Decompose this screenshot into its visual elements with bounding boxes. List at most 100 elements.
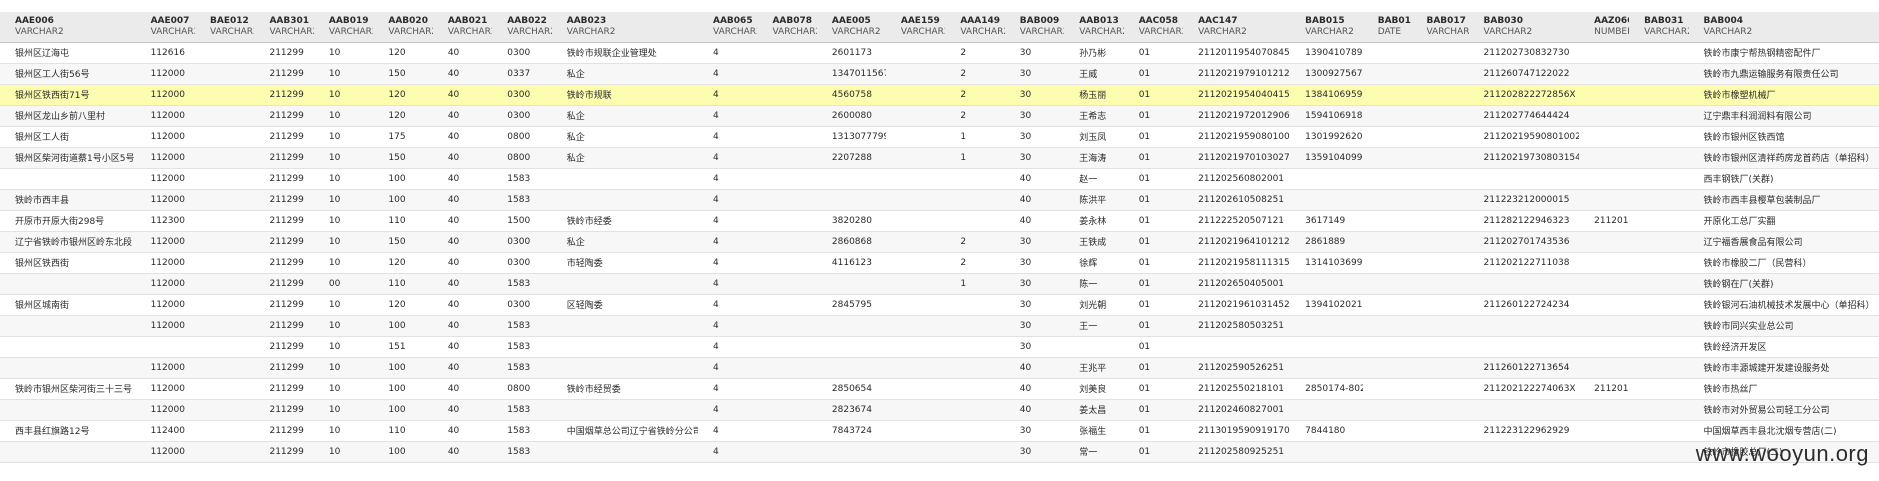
table-cell[interactable]: 112400 [136, 420, 195, 441]
table-cell[interactable]: 01 [1124, 189, 1183, 210]
table-cell[interactable]: 01 [1124, 84, 1183, 105]
column-header[interactable]: AAZ066NUMBER [1579, 12, 1629, 42]
table-cell[interactable]: 徐辉 [1064, 252, 1123, 273]
table-cell[interactable]: 4 [698, 210, 757, 231]
table-cell[interactable] [1579, 399, 1629, 420]
table-cell[interactable]: 10 [314, 231, 373, 252]
table-cell[interactable] [195, 84, 254, 105]
table-cell[interactable]: 10 [314, 336, 373, 357]
table-cell[interactable]: 铁岭市经贸委 [552, 378, 698, 399]
column-header[interactable]: BAB004 VARCHAR2 [1689, 12, 1879, 42]
table-cell[interactable]: 01 [1124, 273, 1183, 294]
table-cell[interactable]: 10 [314, 168, 373, 189]
table-cell[interactable]: 40 [433, 168, 492, 189]
table-cell[interactable]: 211299 [254, 336, 313, 357]
table-cell[interactable]: 21120219590801002XA [1469, 126, 1580, 147]
table-cell[interactable] [1629, 84, 1688, 105]
table-cell[interactable]: 铁岭市对外贸易公司轻工分公司 [1689, 399, 1879, 420]
table-cell[interactable]: 4 [698, 42, 757, 63]
table-cell[interactable]: 1 [945, 273, 1004, 294]
table-cell[interactable] [1629, 399, 1688, 420]
table-cell[interactable] [1290, 189, 1363, 210]
table-cell[interactable]: 0800 [492, 147, 551, 168]
column-header[interactable]: AAB019 VARCHAR2 [314, 12, 373, 42]
table-cell[interactable] [195, 315, 254, 336]
table-cell[interactable] [1411, 210, 1468, 231]
table-cell[interactable]: 211299 [254, 399, 313, 420]
table-cell[interactable]: 150 [373, 147, 432, 168]
table-cell[interactable] [195, 147, 254, 168]
table-cell[interactable]: 私企 [552, 63, 698, 84]
table-cell[interactable]: 银州区铁西街 [0, 252, 136, 273]
table-cell[interactable]: 7843724 [817, 420, 886, 441]
table-cell[interactable]: 1583 [492, 441, 551, 462]
table-cell[interactable]: 112000 [136, 357, 195, 378]
table-cell[interactable]: 13591040999 [1290, 147, 1363, 168]
column-header[interactable]: AAB065 VARCHAR2 [698, 12, 757, 42]
table-cell[interactable] [552, 399, 698, 420]
table-cell[interactable]: 4560758 [817, 84, 886, 105]
table-cell[interactable]: 30 [1005, 42, 1064, 63]
table-cell[interactable] [195, 420, 254, 441]
table-cell[interactable]: 王兆平 [1064, 357, 1123, 378]
table-cell[interactable] [757, 252, 816, 273]
table-cell[interactable]: 30 [1005, 441, 1064, 462]
table-cell[interactable]: 110 [373, 273, 432, 294]
table-row[interactable]: 银州区龙山乡前八里村 112000 211299 10 120 40 0300 私企 4 2600… [0, 105, 1879, 126]
table-cell[interactable]: 211202550218101 [1183, 378, 1290, 399]
table-cell[interactable]: 01 [1124, 168, 1183, 189]
table-cell[interactable] [886, 84, 945, 105]
table-cell[interactable] [945, 315, 1004, 336]
table-cell[interactable]: 40 [1005, 378, 1064, 399]
table-cell[interactable] [195, 105, 254, 126]
table-cell[interactable]: 01 [1124, 42, 1183, 63]
table-cell[interactable]: 张福生 [1064, 420, 1123, 441]
table-cell[interactable] [1579, 105, 1629, 126]
table-cell[interactable]: 110 [373, 420, 432, 441]
table-cell[interactable] [1629, 42, 1688, 63]
table-cell[interactable]: 211299 [254, 231, 313, 252]
table-cell[interactable]: 40 [433, 294, 492, 315]
table-cell[interactable]: 西丰县红旗路12号 [0, 420, 136, 441]
table-cell[interactable]: 刘美良 [1064, 378, 1123, 399]
table-row[interactable]: 银州区柴河街道蔡1号小区5号 112000 211299 10 150 40 0800 私企 4… [0, 147, 1879, 168]
table-cell[interactable] [1579, 294, 1629, 315]
table-cell[interactable]: 铁岭市银州区柴河街三十三号 [0, 378, 136, 399]
table-cell[interactable] [886, 252, 945, 273]
table-cell[interactable] [1579, 357, 1629, 378]
table-cell[interactable]: 银州区工人街 [0, 126, 136, 147]
table-row[interactable]: 银州区工人街56号 112000 211299 10 150 40 0337 私企 4 13470… [0, 63, 1879, 84]
table-cell[interactable]: 10 [314, 294, 373, 315]
table-cell[interactable] [1290, 336, 1363, 357]
column-header[interactable]: AAB022 VARCHAR2 [492, 12, 551, 42]
table-cell[interactable]: 30 [1005, 294, 1064, 315]
column-header[interactable]: AAE006 VARCHAR2 [0, 12, 136, 42]
table-cell[interactable]: 30 [1005, 231, 1064, 252]
table-cell[interactable]: 西丰钢铁厂(关群) [1689, 168, 1879, 189]
table-cell[interactable] [1411, 357, 1468, 378]
table-cell[interactable]: 铁岭市橡塑机械厂 [1689, 84, 1879, 105]
table-cell[interactable]: 铁岭市九鼎运输服务有限责任公司 [1689, 63, 1879, 84]
table-cell[interactable] [757, 294, 816, 315]
table-cell[interactable]: 211299 [254, 105, 313, 126]
table-cell[interactable]: 30 [1005, 252, 1064, 273]
table-cell[interactable]: 30 [1005, 147, 1064, 168]
table-cell[interactable] [1363, 105, 1412, 126]
table-cell[interactable]: 2 [945, 252, 1004, 273]
table-cell[interactable]: 112616 [136, 42, 195, 63]
table-cell[interactable]: 211202774644424 [1469, 105, 1580, 126]
table-cell[interactable]: 112000 [136, 84, 195, 105]
table-cell[interactable]: 112000 [136, 399, 195, 420]
table-cell[interactable]: 1583 [492, 357, 551, 378]
table-cell[interactable] [757, 315, 816, 336]
table-cell[interactable] [886, 357, 945, 378]
table-cell[interactable] [195, 336, 254, 357]
table-cell[interactable]: 银州区城南街 [0, 294, 136, 315]
table-cell[interactable]: 1583 [492, 168, 551, 189]
table-cell[interactable]: 王海涛 [1064, 147, 1123, 168]
table-cell[interactable] [0, 357, 136, 378]
table-row[interactable]: 辽宁省铁岭市银州区岭东北段 112000 211299 10 150 40 0300 私企 4 2… [0, 231, 1879, 252]
table-cell[interactable]: 30 [1005, 336, 1064, 357]
table-cell[interactable]: 铁岭市规联 [552, 84, 698, 105]
table-cell[interactable]: 100 [373, 399, 432, 420]
